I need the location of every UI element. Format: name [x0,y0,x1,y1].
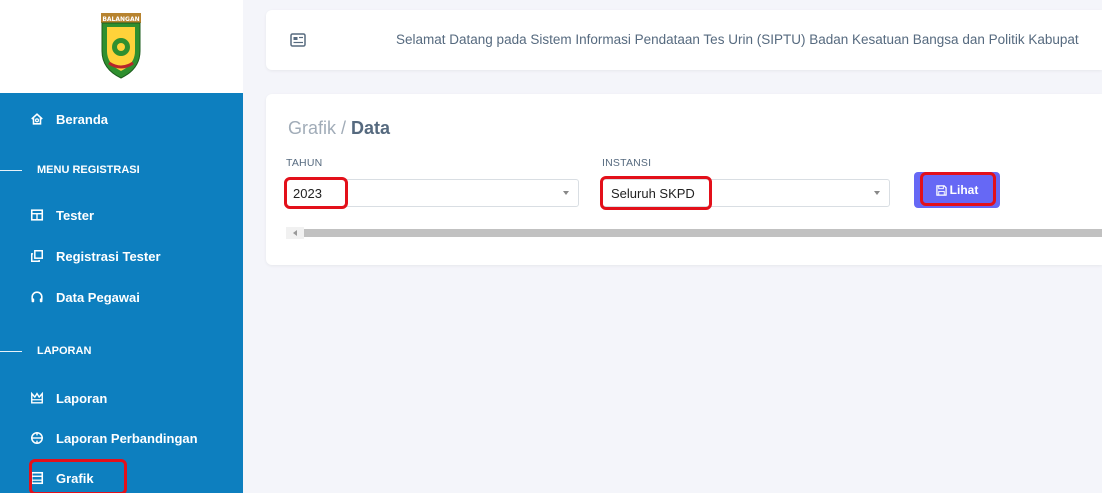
breadcrumb-separator: / [336,118,352,138]
id-card-icon [290,33,306,47]
calendar-icon [30,471,44,485]
tahun-select[interactable]: 2023 [284,179,579,207]
sidebar: BALANGAN Beranda MENU REGISTRASI Tester [0,0,243,493]
table-icon [30,208,44,222]
copy-icon [30,249,44,263]
scroll-thumb[interactable] [304,229,1102,237]
sidebar-item-beranda[interactable]: Beranda [0,102,243,136]
welcome-bar: Selamat Datang pada Sistem Informasi Pen… [266,10,1102,70]
grafik-card: Grafik / Data TAHUN 2023 INSTANSI Seluru… [266,94,1102,265]
lihat-label: Lihat [949,183,979,197]
sidebar-header-label: MENU REGISTRASI [37,164,140,176]
sidebar-item-label: Laporan Perbandingan [56,430,198,446]
arrow-left-icon [293,230,297,236]
horizontal-scrollbar[interactable] [286,227,1102,239]
tahun-value: 2023 [293,185,322,201]
page-title: Data [351,118,391,138]
sidebar-item-tester[interactable]: Tester [0,198,243,232]
sidebar-item-grafik[interactable]: Grafik [0,461,243,493]
home-icon [30,112,44,126]
sidebar-header-menu-registrasi: MENU REGISTRASI [0,160,243,180]
compare-icon [30,431,44,445]
welcome-text: Selamat Datang pada Sistem Informasi Pen… [396,32,1079,47]
logo-area: BALANGAN [0,0,243,93]
sidebar-item-label: Tester [56,207,95,223]
crown-icon [30,391,44,405]
svg-text:BALANGAN: BALANGAN [102,16,139,23]
headphones-icon [30,290,44,304]
sidebar-header-label: LAPORAN [37,345,92,357]
divider [0,169,22,171]
sidebar-menu: Beranda MENU REGISTRASI Tester Registras… [0,93,243,493]
scroll-left-button[interactable] [286,227,304,239]
sidebar-item-label: Beranda [56,111,109,127]
chevron-down-icon [874,191,880,195]
sidebar-item-laporan-perbandingan[interactable]: Laporan Perbandingan [0,421,243,455]
sidebar-header-laporan: LAPORAN [0,341,243,361]
sidebar-item-label: Laporan [56,390,108,406]
sidebar-item-laporan[interactable]: Laporan [0,381,243,415]
sidebar-item-label: Registrasi Tester [56,248,161,264]
breadcrumb-parent: Grafik [288,118,337,138]
instansi-value: Seluruh SKPD [611,185,695,201]
sidebar-item-registrasi-tester[interactable]: Registrasi Tester [0,239,243,273]
divider [0,350,22,352]
instansi-select[interactable]: Seluruh SKPD [602,179,890,207]
tahun-label: TAHUN [286,157,323,169]
sidebar-item-label: Grafik [56,470,94,486]
sidebar-item-label: Data Pegawai [56,289,140,305]
lihat-button[interactable]: Lihat [914,172,1000,208]
sidebar-item-data-pegawai[interactable]: Data Pegawai [0,280,243,314]
instansi-label: INSTANSI [602,157,652,169]
breadcrumb: Grafik / Data [288,118,390,139]
regency-crest-logo: BALANGAN [101,13,141,79]
save-icon [935,184,947,196]
chevron-down-icon [563,191,569,195]
